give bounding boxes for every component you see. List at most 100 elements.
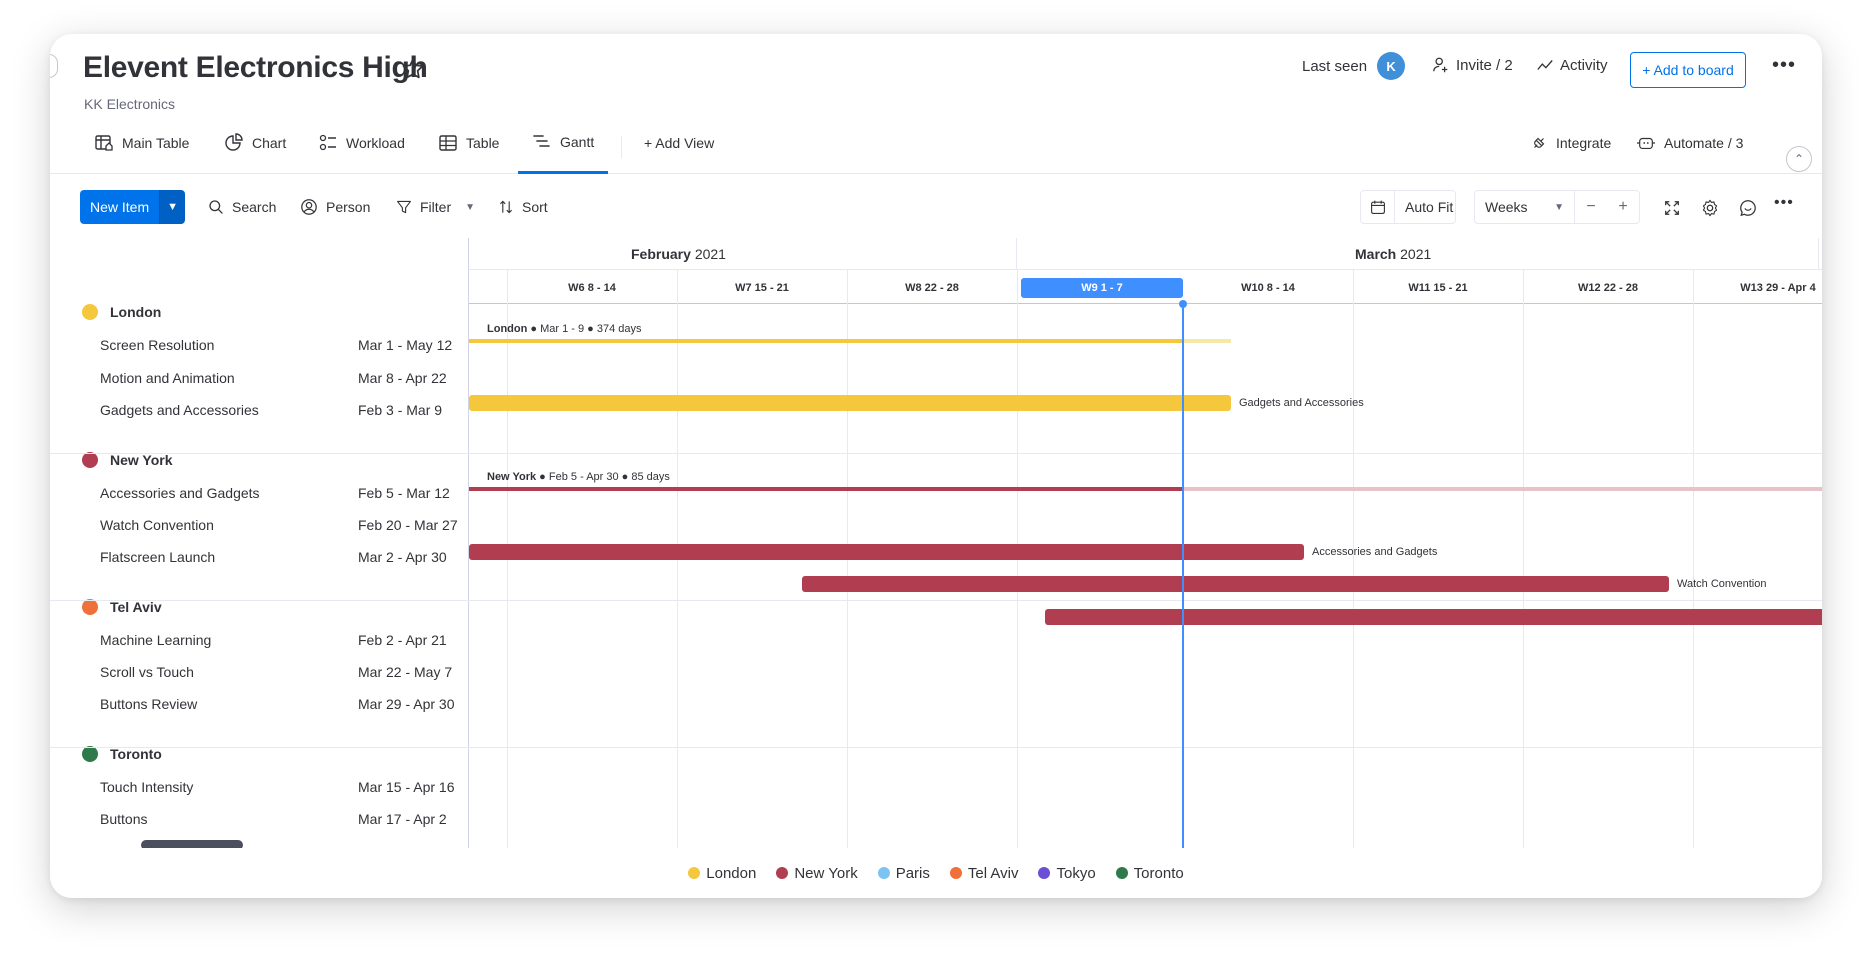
time-scale-control: Weeks ▼ − +	[1474, 190, 1640, 224]
list-item[interactable]: Flatscreen Launch Mar 2 - Apr 30	[100, 549, 460, 565]
automate-label: Automate / 3	[1664, 135, 1744, 151]
current-week-label[interactable]: W9 1 - 7	[1021, 278, 1183, 298]
list-item[interactable]: Touch Intensity Mar 15 - Apr 16	[100, 779, 460, 795]
add-view-button[interactable]: + Add View	[644, 112, 714, 174]
new-item-label[interactable]: New Item	[80, 190, 160, 224]
board-title[interactable]: Elevent Electronics High	[83, 51, 428, 85]
gantt-bar-watch-convention[interactable]	[802, 576, 1669, 592]
add-to-board-label: + Add to board	[1642, 62, 1734, 78]
summary-range: Feb 5 - Apr 30	[548, 471, 619, 483]
group-header-tel-aviv[interactable]: Tel Aviv	[82, 599, 162, 615]
item-dates: Mar 15 - Apr 16	[358, 779, 455, 795]
feedback-chat-icon[interactable]	[1738, 198, 1758, 218]
item-dates: Mar 17 - Apr 2	[358, 811, 447, 827]
more-options-icon[interactable]: •••	[1774, 194, 1794, 212]
week-label: W8 22 - 28	[905, 282, 959, 294]
new-item-button[interactable]: New Item ▼	[80, 190, 186, 224]
favorite-star-icon[interactable]	[400, 56, 426, 82]
tab-workload[interactable]: Workload	[318, 112, 405, 174]
legend-item-tel-aviv[interactable]: Tel Aviv	[949, 865, 1018, 882]
person-filter-button[interactable]: Person	[300, 190, 370, 224]
avatar[interactable]: K	[1377, 52, 1406, 80]
item-name: Flatscreen Launch	[100, 549, 216, 565]
list-item[interactable]: Accessories and Gadgets Feb 5 - Mar 12	[100, 485, 460, 501]
group-summary-bar-london	[469, 339, 1183, 343]
activity-button[interactable]: Activity	[1536, 56, 1608, 74]
group-header-new-york[interactable]: New York	[82, 452, 173, 468]
last-seen[interactable]: Last seen K	[1302, 52, 1406, 80]
group-header-toronto[interactable]: Toronto	[82, 746, 162, 762]
group-header-london[interactable]: London	[82, 304, 161, 320]
filter-button[interactable]: Filter ▼	[396, 190, 475, 224]
last-seen-label: Last seen	[1302, 57, 1368, 75]
side-panel-handle[interactable]	[50, 54, 58, 78]
legend: London New York Paris Tel Aviv Tokyo Tor…	[50, 848, 1822, 898]
board-menu-icon[interactable]: •••	[1772, 54, 1796, 77]
filter-chevron-down-icon[interactable]: ▼	[465, 202, 475, 213]
list-item[interactable]: Machine Learning Feb 2 - Apr 21	[100, 632, 460, 648]
gantt-bar-flatscreen-launch[interactable]	[1045, 609, 1822, 625]
legend-label: Tokyo	[1056, 864, 1096, 882]
list-item[interactable]: Motion and Animation Mar 8 - Apr 22	[100, 370, 460, 386]
summary-name: London	[487, 323, 528, 335]
automate-button[interactable]: Automate / 3	[1636, 112, 1743, 174]
bar-label: Gadgets and Accessories	[1239, 397, 1364, 409]
summary-range: Mar 1 - 9	[540, 323, 585, 335]
legend-label: Paris	[895, 864, 930, 882]
table-home-icon	[95, 135, 113, 151]
gantt-bar-accessories-and-gadgets[interactable]	[469, 544, 1304, 560]
add-to-board-button[interactable]: + Add to board	[1630, 52, 1746, 88]
gantt-timeline: February 2021 March 2021 W6 8 - 14 W7 15…	[469, 238, 1822, 848]
filter-label: Filter	[420, 199, 452, 215]
legend-dot	[1038, 867, 1051, 879]
filter-funnel-icon	[397, 200, 411, 214]
legend-item-london[interactable]: London	[688, 865, 756, 882]
gantt-bar-gadgets-and-accessories[interactable]	[469, 395, 1231, 411]
legend-dot	[1115, 867, 1128, 879]
tab-gantt[interactable]: Gantt	[518, 112, 609, 174]
legend-label: Toronto	[1133, 864, 1184, 882]
legend-item-paris[interactable]: Paris	[877, 864, 930, 882]
tab-table[interactable]: Table	[438, 112, 499, 174]
week-label: W7 15 - 21	[735, 282, 789, 294]
list-item[interactable]: Buttons Review Mar 29 - Apr 30	[100, 696, 460, 712]
collapse-header-chevron-icon[interactable]: ⌃	[1786, 146, 1812, 172]
item-dates: Feb 2 - Apr 21	[358, 632, 447, 648]
new-item-dropdown-chevron-icon[interactable]: ▼	[159, 190, 186, 224]
list-item[interactable]: Gadgets and Accessories Feb 3 - Mar 9	[100, 402, 460, 418]
auto-fit-button[interactable]: Auto Fit	[1360, 190, 1456, 224]
auto-fit-label: Auto Fit	[1405, 199, 1454, 215]
item-name: Motion and Animation	[100, 370, 235, 386]
sort-button[interactable]: Sort	[498, 190, 548, 224]
tab-chart[interactable]: Chart	[224, 112, 286, 174]
scale-select[interactable]: Weeks ▼	[1475, 191, 1575, 223]
list-item[interactable]: Scroll vs Touch Mar 22 - May 7	[100, 664, 460, 680]
group-name: London	[110, 304, 162, 320]
month-year: 2021	[1400, 246, 1432, 262]
zoom-out-minus-icon[interactable]: −	[1575, 191, 1607, 223]
item-dates: Mar 22 - May 7	[358, 664, 453, 680]
legend-item-toronto[interactable]: Toronto	[1115, 864, 1184, 882]
invite-button[interactable]: Invite / 2	[1432, 56, 1513, 74]
integrate-button[interactable]: Integrate	[1530, 112, 1611, 174]
bar-label: Accessories and Gadgets	[1312, 546, 1438, 558]
tab-main-table[interactable]: Main Table	[94, 112, 189, 174]
list-item[interactable]: Watch Convention Feb 20 - Mar 27	[100, 517, 460, 533]
list-item[interactable]: Screen Resolution Mar 1 - May 12	[100, 337, 460, 353]
legend-item-tokyo[interactable]: Tokyo	[1038, 864, 1096, 882]
group-color-dot	[82, 599, 98, 615]
fullscreen-icon[interactable]	[1662, 198, 1682, 218]
board-window: Elevent Electronics High KK Electronics …	[50, 34, 1822, 898]
tab-label: Table	[466, 135, 500, 151]
settings-gear-icon[interactable]	[1700, 198, 1720, 218]
toolbar: New Item ▼ Search Person Filter ▼ Sort A…	[50, 174, 1822, 238]
week-label: W11 15 - 21	[1408, 282, 1468, 294]
legend-item-new-york[interactable]: New York	[776, 865, 858, 882]
list-item[interactable]: Buttons Mar 17 - Apr 2	[100, 811, 460, 827]
invite-person-icon	[1433, 57, 1448, 73]
month-name: February	[631, 246, 691, 262]
activity-icon	[1537, 60, 1553, 70]
zoom-in-plus-icon[interactable]: +	[1607, 191, 1639, 223]
table-icon	[439, 135, 457, 151]
search-button[interactable]: Search	[208, 190, 276, 224]
